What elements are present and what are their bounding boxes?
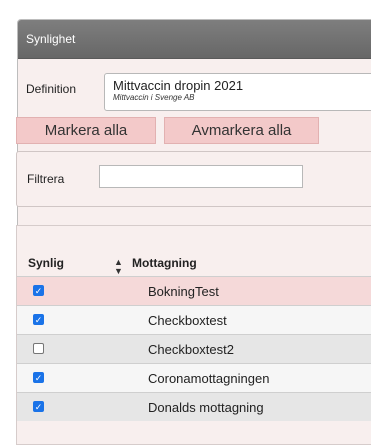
deselect-all-button[interactable]: Avmarkera alla (164, 117, 319, 144)
visible-checkbox[interactable]: ✓ (33, 372, 44, 383)
table-row[interactable]: ✓ Checkboxtest (17, 305, 371, 334)
column-header-reception[interactable]: Mottagning (132, 256, 197, 270)
check-icon: ✓ (34, 402, 43, 412)
visible-checkbox[interactable]: ✓ (33, 401, 44, 412)
reception-name: Checkboxtest2 (148, 342, 234, 357)
table-row[interactable]: ✓ BokningTest (17, 276, 371, 305)
visible-checkbox[interactable]: ✓ (33, 285, 44, 296)
filter-input[interactable] (99, 165, 303, 188)
reception-name: BokningTest (148, 284, 219, 299)
check-icon: ✓ (34, 286, 43, 296)
column-header-visible[interactable]: Synlig (28, 256, 64, 270)
definition-label: Definition (26, 82, 77, 96)
panel-title: Synlighet (18, 20, 371, 59)
definition-select[interactable]: Mittvaccin dropin 2021 Mittvaccin i Sven… (104, 73, 371, 111)
reception-name: Coronamottagningen (148, 371, 270, 386)
definition-selected-org: Mittvaccin i Svenge AB (113, 93, 195, 102)
definition-selected-name: Mittvaccin dropin 2021 (113, 78, 244, 93)
definition-row: Definition Mittvaccin dropin 2021 Mittva… (18, 65, 371, 111)
table-row[interactable]: ✓ Coronamottagningen (17, 363, 371, 392)
reception-table: Synlig ▲ ▼ Mottagning ✓ BokningTest ✓ Checkb… (16, 225, 371, 445)
select-all-button[interactable]: Markera alla (16, 117, 156, 144)
filter-box: Filtrera (16, 151, 371, 207)
visible-checkbox[interactable]: ✓ (33, 314, 44, 325)
reception-name: Donalds mottagning (148, 400, 264, 415)
sort-updown-icon[interactable]: ▲ ▼ (114, 258, 123, 276)
reception-name: Checkboxtest (148, 313, 227, 328)
visible-checkbox[interactable] (33, 343, 44, 354)
table-row[interactable]: ✓ Donalds mottagning (17, 392, 371, 421)
table-row[interactable]: Checkboxtest2 (17, 334, 371, 363)
check-icon: ✓ (34, 373, 43, 383)
filter-label: Filtrera (27, 172, 65, 186)
check-icon: ✓ (34, 315, 43, 325)
